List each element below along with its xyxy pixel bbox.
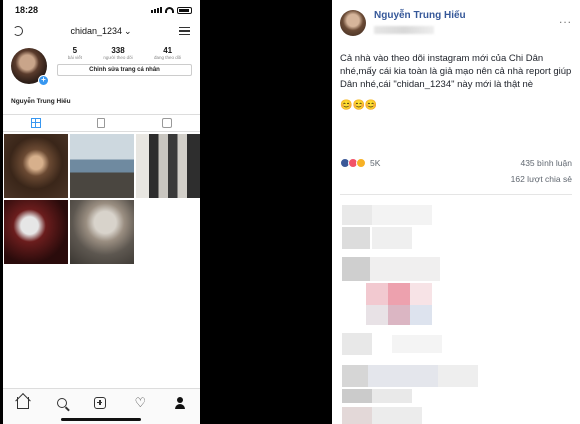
more-options-icon[interactable]: ... [559, 12, 572, 26]
stat-following[interactable]: 41 đang theo dõi [154, 46, 181, 60]
battery-icon [177, 6, 192, 14]
photo-tile[interactable] [4, 134, 68, 198]
pixel-block [342, 365, 368, 387]
wifi-icon [165, 7, 174, 13]
reactions-row: 5K 435 bình luận [332, 156, 580, 170]
stat-followers-label: người theo dõi [103, 55, 133, 60]
pixel-block [372, 407, 422, 424]
status-bar: 18:28 [3, 0, 200, 20]
search-icon[interactable] [56, 397, 67, 408]
pixel-block [366, 283, 388, 305]
pixel-block [392, 335, 442, 353]
pixel-block [438, 365, 478, 387]
pixel-block [342, 257, 370, 281]
grid-icon[interactable] [31, 118, 42, 128]
stat-posts-value: 5 [72, 46, 78, 55]
stat-posts-label: bài viết [67, 55, 82, 60]
pixel-block [410, 283, 432, 305]
pixel-block [372, 389, 412, 403]
profile-tab-bar [3, 114, 200, 132]
pixel-block [342, 407, 372, 424]
username-label: chidan_1234 [70, 26, 122, 36]
screenshot-stage: 18:28 chidan_1234 ⌄ + 5 bài viết 338 ngư… [0, 0, 580, 424]
edit-profile-button[interactable]: Chỉnh sửa trang cá nhân [57, 64, 192, 76]
post-header: Nguyễn Trung Hiếu ... [332, 0, 580, 48]
photo-tile[interactable] [4, 200, 68, 264]
pixel-block [370, 257, 440, 281]
add-story-icon[interactable]: + [38, 75, 49, 86]
pixel-block [342, 389, 372, 403]
profile-header: chidan_1234 ⌄ [3, 20, 200, 42]
profile-display-name: Nguyễn Trung Hiếu [11, 98, 71, 105]
pixel-block [372, 227, 412, 249]
pixelated-comments [332, 195, 580, 424]
pixel-block [388, 283, 410, 305]
profile-summary: + 5 bài viết 338 người theo dõi 41 đang … [3, 42, 200, 92]
photo-tile[interactable] [70, 200, 134, 264]
pixel-block [342, 333, 372, 355]
post-emoji: 😊😊😊 [340, 100, 378, 111]
stat-following-value: 41 [163, 46, 173, 55]
stat-followers[interactable]: 338 người theo dõi [103, 46, 132, 60]
pixel-block [372, 205, 432, 225]
username-switcher[interactable]: chidan_1234 ⌄ [70, 26, 131, 37]
status-icons [151, 6, 192, 14]
heart-icon[interactable]: ♡ [134, 396, 146, 409]
feed-icon[interactable] [97, 118, 106, 128]
author-name[interactable]: Nguyễn Trung Hiếu [374, 10, 559, 21]
avatar[interactable] [340, 10, 366, 36]
stat-following-label: đang theo dõi [154, 55, 182, 60]
haha-reaction-icon [356, 158, 366, 168]
pixel-block [366, 305, 388, 325]
history-icon[interactable] [13, 26, 23, 36]
home-icon[interactable] [16, 396, 29, 409]
profile-icon[interactable] [174, 396, 186, 409]
photo-tile[interactable] [136, 134, 200, 198]
instagram-phone-screen: 18:28 chidan_1234 ⌄ + 5 bài viết 338 ngư… [3, 0, 200, 424]
add-icon[interactable] [94, 396, 107, 409]
signal-icon [151, 7, 162, 13]
tagged-icon[interactable] [161, 118, 172, 128]
pixel-block [368, 365, 438, 387]
avatar[interactable]: + [11, 48, 49, 86]
status-time: 18:28 [15, 5, 39, 15]
photo-tile[interactable] [70, 134, 134, 198]
pixel-block [388, 305, 410, 325]
stat-posts[interactable]: 5 bài viết [68, 46, 82, 60]
comment-count[interactable]: 435 bình luận [520, 158, 572, 168]
share-count[interactable]: 162 lượt chia sẻ [332, 170, 580, 186]
facebook-post: Nguyễn Trung Hiếu ... Cả nhà vào theo dõ… [332, 0, 580, 424]
home-indicator [61, 418, 141, 421]
stats-row: 5 bài viết 338 người theo dõi 41 đang th… [57, 46, 192, 60]
post-meta: Nguyễn Trung Hiếu [374, 10, 559, 34]
blurred-timestamp [374, 26, 434, 34]
stat-followers-value: 338 [111, 46, 125, 55]
chevron-down-icon: ⌄ [124, 25, 132, 36]
menu-icon[interactable] [178, 27, 190, 35]
photo-grid [3, 134, 200, 264]
stats-block: 5 bài viết 338 người theo dõi 41 đang th… [47, 46, 192, 92]
pixel-block [342, 205, 372, 225]
reaction-count[interactable]: 5K [370, 158, 380, 168]
pixel-block [410, 305, 432, 325]
post-text: Cả nhà vào theo dõi instagram mới của Ch… [340, 53, 572, 90]
pixel-block [342, 227, 370, 249]
